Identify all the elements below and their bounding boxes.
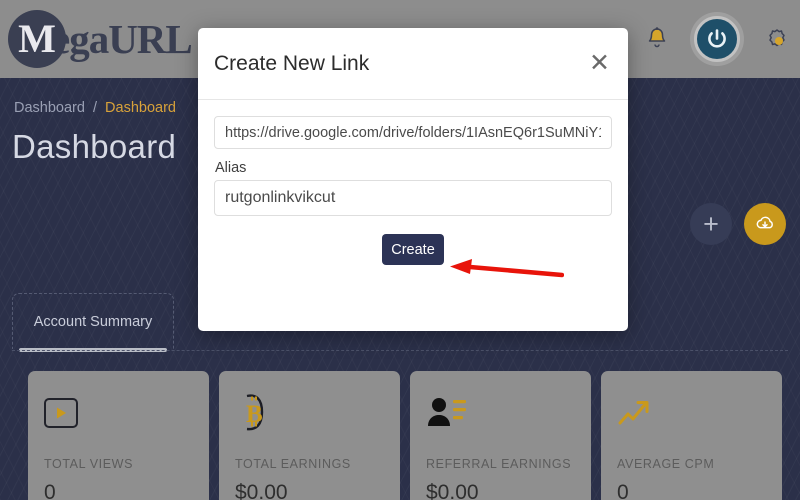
- stat-card-referral-earnings: REFERRAL EARNINGS $0.00: [410, 371, 591, 500]
- alias-input[interactable]: [214, 180, 612, 216]
- breadcrumb-separator: /: [92, 100, 97, 116]
- plus-icon: +: [703, 208, 719, 239]
- stat-value: $0.00: [426, 481, 479, 500]
- stat-card-total-views: TOTAL VIEWS 0: [28, 371, 209, 500]
- create-new-link-modal: Create New Link ✕ Alias Create: [198, 28, 628, 331]
- modal-header: Create New Link ✕: [198, 28, 628, 100]
- stat-label: TOTAL EARNINGS: [235, 457, 351, 471]
- play-icon: [44, 391, 193, 435]
- url-input[interactable]: [214, 116, 612, 149]
- stat-value: $0.00: [235, 481, 288, 500]
- page-action-buttons: +: [690, 203, 786, 245]
- breadcrumb: Dashboard / Dashboard: [14, 100, 176, 116]
- stat-value: 0: [617, 481, 629, 500]
- modal-title: Create New Link: [214, 51, 370, 75]
- referral-user-icon: [426, 391, 575, 435]
- annotation-arrow-icon: [450, 259, 564, 278]
- bell-icon[interactable]: [642, 24, 672, 54]
- cloud-download-icon: [756, 216, 773, 229]
- logo-wordmark: egaURL: [52, 16, 193, 62]
- stat-label: TOTAL VIEWS: [44, 457, 134, 471]
- breadcrumb-root[interactable]: Dashboard: [14, 100, 85, 116]
- app-logo[interactable]: M egaURL: [8, 10, 193, 68]
- settings-gear-icon[interactable]: [762, 24, 792, 54]
- page-title: Dashboard: [12, 128, 177, 165]
- tab-divider: [12, 350, 788, 351]
- trending-up-icon: [617, 391, 766, 435]
- create-button[interactable]: Create: [382, 234, 444, 265]
- breadcrumb-current: Dashboard: [105, 100, 176, 116]
- stat-label: REFERRAL EARNINGS: [426, 457, 572, 471]
- stat-card-average-cpm: AVERAGE CPM 0: [601, 371, 782, 500]
- svg-text:B: B: [246, 401, 263, 428]
- cloud-download-button[interactable]: [744, 203, 786, 245]
- stat-card-total-earnings: B TOTAL EARNINGS $0.00: [219, 371, 400, 500]
- bitcoin-icon: B: [235, 391, 384, 435]
- alias-label: Alias: [215, 160, 247, 176]
- modal-body: Alias Create: [198, 100, 628, 265]
- tab-account-summary[interactable]: Account Summary: [12, 293, 174, 352]
- tab-bar: Account Summary: [12, 293, 174, 352]
- stat-value: 0: [44, 481, 56, 500]
- tab-label: Account Summary: [33, 313, 153, 330]
- power-icon[interactable]: [694, 16, 740, 62]
- stat-card-group: TOTAL VIEWS 0 B TOTAL EARNINGS $0.00 REF…: [28, 371, 782, 500]
- stat-label: AVERAGE CPM: [617, 457, 715, 471]
- close-icon[interactable]: ✕: [589, 51, 610, 76]
- add-link-button[interactable]: +: [690, 203, 732, 245]
